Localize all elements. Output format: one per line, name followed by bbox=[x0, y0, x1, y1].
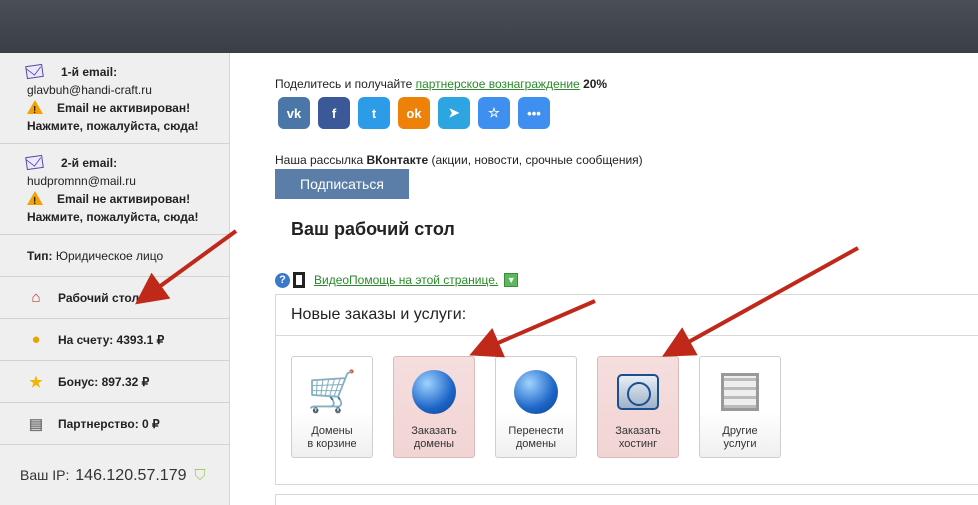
account-type: Тип: Юридическое лицо bbox=[0, 235, 229, 277]
main-content: Поделитесь и получайте партнерское возна… bbox=[231, 53, 978, 505]
share-promo: Поделитесь и получайте партнерское возна… bbox=[275, 77, 608, 91]
globe-icon bbox=[514, 370, 558, 414]
ip-address: Ваш IP: 146.120.57.179 ⛉ bbox=[0, 445, 229, 485]
tile-label: Заказать хостинг bbox=[615, 425, 661, 450]
globe-icon bbox=[412, 370, 456, 414]
film-icon bbox=[293, 272, 305, 288]
tile-label: Другие услуги bbox=[722, 425, 758, 450]
shopping-cart-icon: 🛒 bbox=[307, 370, 357, 414]
sidebar-item-balance[interactable]: ● На счету: 4393.1 ₽ bbox=[0, 319, 229, 361]
account-type-value: Юридическое лицо bbox=[55, 248, 164, 263]
ip-label: Ваш IP: bbox=[20, 467, 70, 483]
page-title: Ваш рабочий стол bbox=[291, 219, 455, 239]
sidebar-item-bonus[interactable]: ★ Бонус: 897.32 ₽ bbox=[0, 361, 229, 403]
telegram-share-button[interactable]: ➤ bbox=[438, 97, 470, 129]
email2-label: 2-й email: bbox=[61, 156, 118, 170]
email1-warning: Email не активирован! bbox=[27, 99, 229, 120]
email2-block[interactable]: 2-й email: hudpromnn@mail.ru Email не ак… bbox=[0, 144, 229, 235]
twitter-share-button[interactable]: t bbox=[358, 97, 390, 129]
facebook-share-button[interactable]: f bbox=[318, 97, 350, 129]
coins-icon: ● bbox=[31, 331, 41, 348]
lower-panel bbox=[275, 494, 978, 505]
envelope-icon bbox=[25, 154, 44, 171]
email1-activate-link[interactable]: Нажмите, пожалуйста, сюда! bbox=[27, 119, 199, 133]
service-tiles: 🛒 Домены в корзине Заказать домены Перенес… bbox=[291, 356, 781, 458]
account-type-label: Тип: bbox=[27, 248, 53, 263]
sidebar-item-label: Бонус: 897.32 ₽ bbox=[58, 374, 150, 389]
sidebar-item-label: Рабочий стол bbox=[58, 290, 140, 305]
video-help-link[interactable]: ВидеоПомощь на этой странице. bbox=[314, 273, 498, 287]
partner-reward-link[interactable]: партнерское вознаграждение bbox=[416, 77, 580, 91]
tile-order-hosting[interactable]: Заказать хостинг bbox=[597, 356, 679, 458]
sidebar-item-partnership[interactable]: ▤ Партнерство: 0 ₽ bbox=[0, 403, 229, 445]
envelope-icon bbox=[25, 63, 44, 80]
email1-label: 1-й email: bbox=[61, 65, 118, 79]
tile-cart-domains[interactable]: 🛒 Домены в корзине bbox=[291, 356, 373, 458]
hard-drive-icon bbox=[617, 374, 659, 410]
favorites-share-button[interactable]: ☆ bbox=[478, 97, 510, 129]
shield-check-icon: ⛉ bbox=[194, 467, 206, 484]
ip-value: 146.120.57.179 bbox=[75, 467, 187, 484]
warning-icon bbox=[27, 100, 43, 120]
newsletter-text: Наша рассылка ВКонтакте (акции, новости,… bbox=[275, 153, 643, 167]
top-header-bar bbox=[0, 0, 978, 53]
vk-share-button[interactable]: vk bbox=[278, 97, 310, 129]
share-percent: 20% bbox=[583, 77, 608, 91]
tile-transfer-domains[interactable]: Перенести домены bbox=[495, 356, 577, 458]
sidebar: 1-й email: glavbuh@handi-craft.ru Email … bbox=[0, 53, 230, 505]
box-icon bbox=[721, 373, 759, 411]
warning-icon bbox=[27, 191, 43, 211]
tile-other-services[interactable]: Другие услуги bbox=[699, 356, 781, 458]
tile-order-domains[interactable]: Заказать домены bbox=[393, 356, 475, 458]
sidebar-item-label: Партнерство: 0 ₽ bbox=[58, 416, 160, 431]
tile-label: Перенести домены bbox=[508, 425, 564, 450]
email1-block[interactable]: 1-й email: glavbuh@handi-craft.ru Email … bbox=[0, 53, 229, 144]
more-share-button[interactable]: ••• bbox=[518, 97, 550, 129]
tile-label: Домены в корзине bbox=[307, 425, 357, 450]
panel-title: Новые заказы и услуги: bbox=[276, 295, 978, 336]
home-icon: ⌂ bbox=[31, 289, 41, 306]
subscribe-button[interactable]: Подписаться bbox=[275, 169, 409, 199]
star-icon: ★ bbox=[29, 373, 43, 391]
help-icon[interactable]: ? bbox=[275, 272, 290, 288]
video-help: ? ВидеоПомощь на этой странице. ▼ bbox=[275, 272, 519, 288]
calculator-icon: ▤ bbox=[28, 415, 44, 433]
email2-address: hudpromnn@mail.ru bbox=[27, 174, 136, 188]
sidebar-item-label: На счету: 4393.1 ₽ bbox=[58, 332, 165, 347]
tile-label: Заказать домены bbox=[411, 425, 457, 450]
odnoklassniki-share-button[interactable]: ok bbox=[398, 97, 430, 129]
new-orders-panel: Новые заказы и услуги: 🛒 Домены в корзине… bbox=[275, 294, 978, 485]
email2-activate-link[interactable]: Нажмите, пожалуйста, сюда! bbox=[27, 210, 199, 224]
email1-address: glavbuh@handi-craft.ru bbox=[27, 83, 152, 97]
download-icon[interactable]: ▼ bbox=[504, 273, 519, 287]
email2-warning: Email не активирован! bbox=[27, 190, 229, 211]
sidebar-item-desktop[interactable]: ⌂ Рабочий стол bbox=[0, 277, 229, 319]
social-share-buttons: vk f t ok ➤ ☆ ••• bbox=[278, 97, 550, 129]
